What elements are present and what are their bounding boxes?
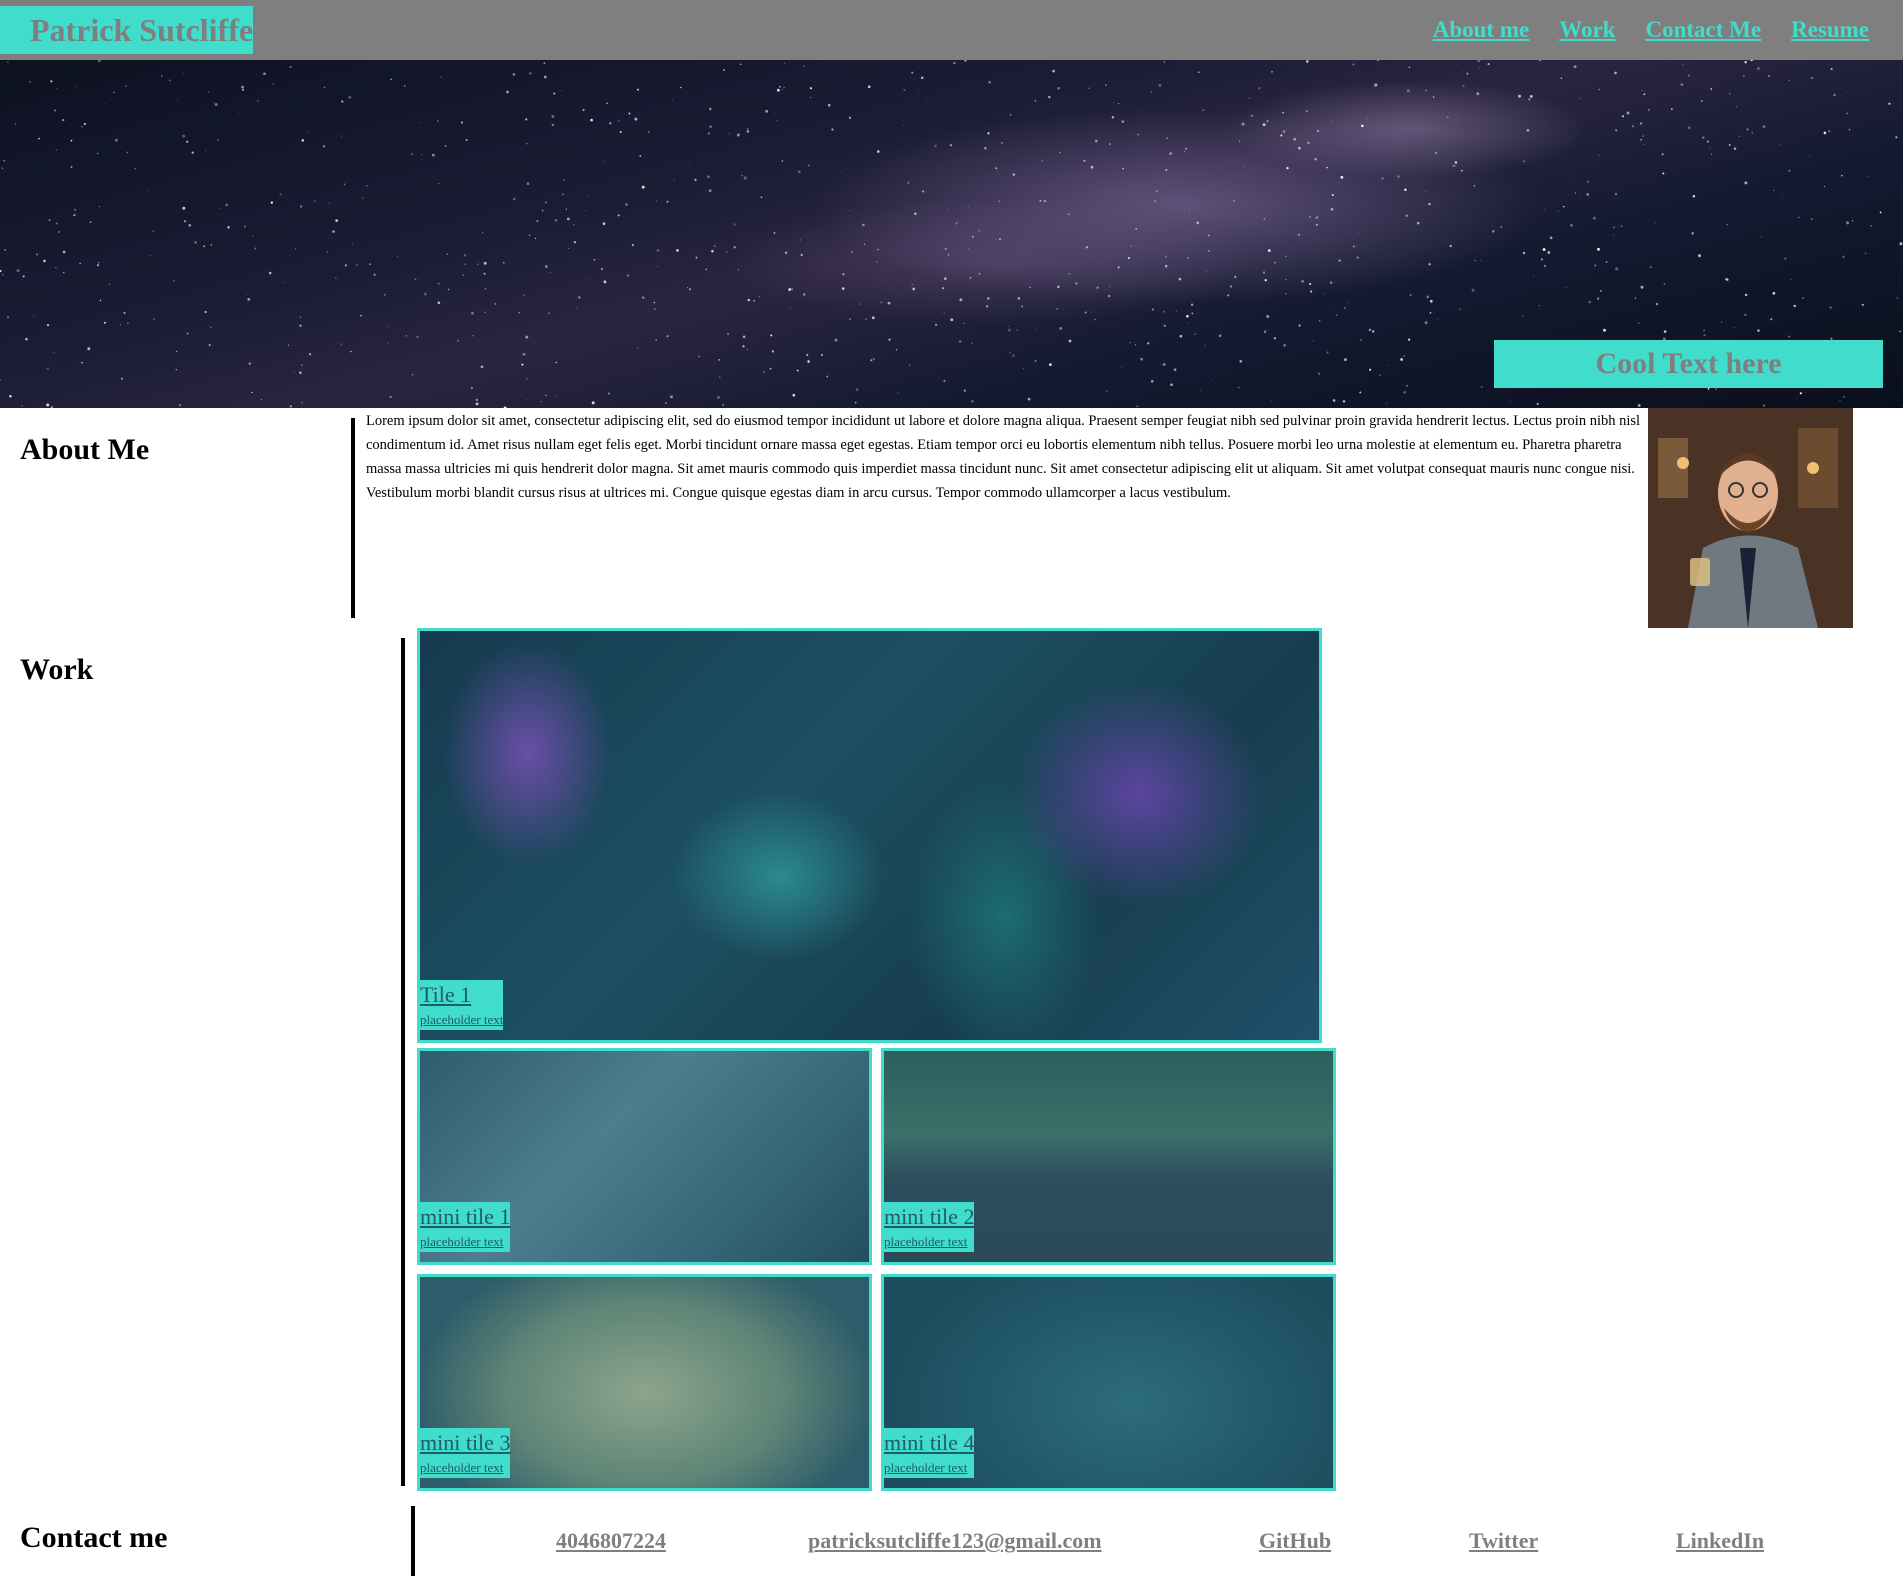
linkedin-link[interactable]: LinkedIn (1676, 1525, 1764, 1557)
brand-name[interactable]: Patrick Sutcliffe (0, 6, 253, 54)
twitter-link[interactable]: Twitter (1469, 1525, 1538, 1557)
about-divider (351, 418, 355, 618)
tile-title-link[interactable]: mini tile 4 (884, 1428, 974, 1458)
tile-title-link[interactable]: Tile 1 (420, 980, 503, 1010)
email-link[interactable]: patricksutcliffe123@gmail.com (808, 1525, 1102, 1557)
work-mini-tile-4[interactable]: mini tile 4 placeholder text (881, 1274, 1336, 1491)
tile-caption: mini tile 1 placeholder text (420, 1202, 511, 1252)
github-link[interactable]: GitHub (1259, 1525, 1331, 1557)
tile-subtitle-link[interactable]: placeholder text (420, 1458, 510, 1478)
work-mini-tile-2[interactable]: mini tile 2 placeholder text (881, 1048, 1336, 1265)
nav-resume-link[interactable]: Resume (1791, 14, 1869, 46)
about-heading: About Me (20, 433, 150, 466)
tile-caption: mini tile 2 placeholder text (884, 1202, 975, 1252)
nav-about-link[interactable]: About me (1433, 14, 1529, 46)
work-mini-tile-1[interactable]: mini tile 1 placeholder text (417, 1048, 872, 1265)
tile-subtitle-link[interactable]: placeholder text (884, 1458, 974, 1478)
tile-subtitle-link[interactable]: placeholder text (420, 1232, 510, 1252)
nav-work-link[interactable]: Work (1559, 14, 1615, 46)
tile-caption: mini tile 3 placeholder text (420, 1428, 511, 1478)
tile-title-link[interactable]: mini tile 1 (420, 1202, 510, 1232)
tile-caption: Tile 1 placeholder text (420, 980, 504, 1030)
about-body: Lorem ipsum dolor sit amet, consectetur … (366, 413, 1641, 501)
tile-caption: mini tile 4 placeholder text (884, 1428, 975, 1478)
nav-contact-link[interactable]: Contact Me (1645, 14, 1761, 46)
main-nav: About me Work Contact Me Resume (1433, 14, 1869, 46)
person-icon (1648, 408, 1853, 628)
work-tile-1[interactable]: Tile 1 placeholder text (417, 628, 1322, 1043)
tile-title-link[interactable]: mini tile 2 (884, 1202, 974, 1232)
work-mini-tile-3[interactable]: mini tile 3 placeholder text (417, 1274, 872, 1491)
site-header: Patrick Sutcliffe About me Work Contact … (0, 0, 1903, 60)
work-divider (401, 638, 405, 1486)
profile-photo (1648, 408, 1853, 628)
tile-title-link[interactable]: mini tile 3 (420, 1428, 510, 1458)
hero-banner: Cool Text here (0, 60, 1903, 408)
tile-subtitle-link[interactable]: placeholder text (884, 1232, 974, 1252)
tile-subtitle-link[interactable]: placeholder text (420, 1010, 503, 1030)
contact-links: 4046807224 patricksutcliffe123@gmail.com… (0, 1525, 1903, 1559)
work-heading: Work (20, 653, 94, 686)
hero-banner-text: Cool Text here (1494, 340, 1883, 388)
phone-link[interactable]: 4046807224 (556, 1525, 666, 1557)
